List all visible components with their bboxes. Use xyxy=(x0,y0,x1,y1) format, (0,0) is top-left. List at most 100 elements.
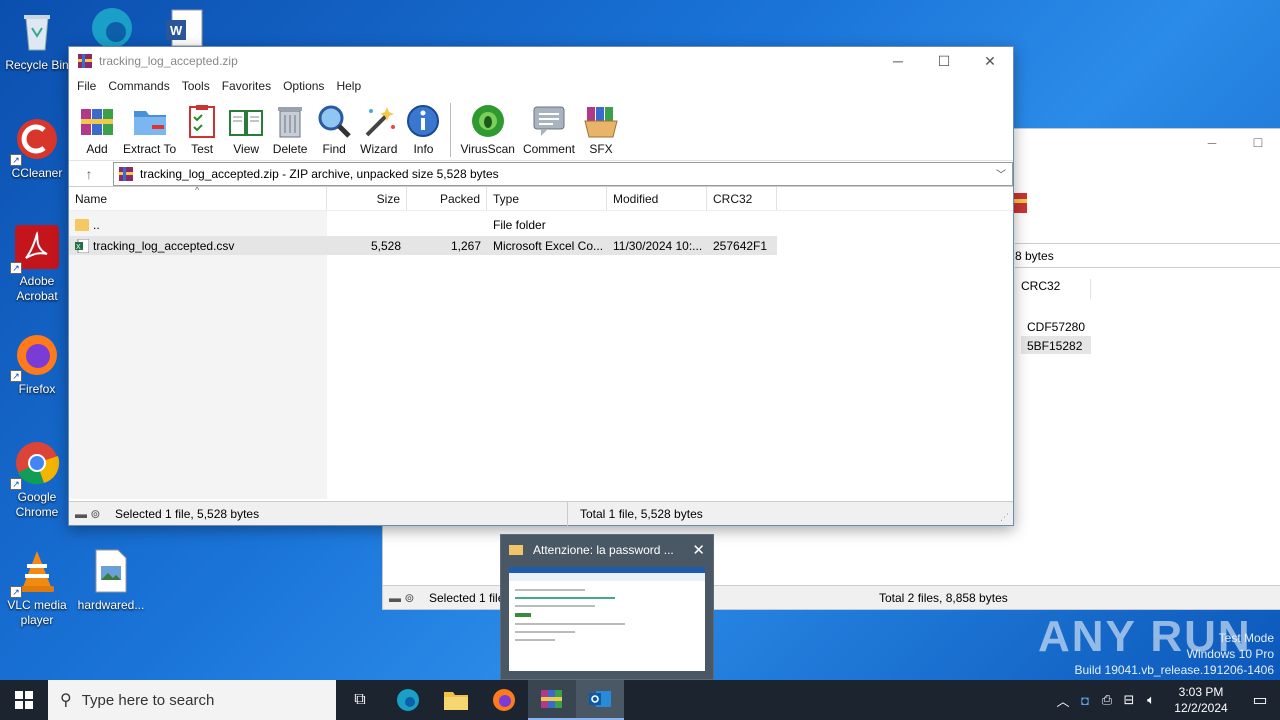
outlook-icon xyxy=(589,691,611,707)
network-icon[interactable]: ⊟ xyxy=(1118,692,1140,708)
shortcut-arrow-icon: ↗ xyxy=(10,154,22,166)
row-name: .. xyxy=(93,217,100,232)
toolbar-sfx-button[interactable]: SFX xyxy=(583,97,619,156)
taskbar-edge[interactable] xyxy=(384,680,432,720)
menu-tools[interactable]: Tools xyxy=(176,79,216,93)
toolbar-view-button[interactable]: View xyxy=(228,97,264,156)
toolbar-extract-to-button[interactable]: Extract To xyxy=(123,97,176,156)
taskbar-file-explorer[interactable] xyxy=(432,680,480,720)
task-view-button[interactable]: ⧉ xyxy=(336,680,384,720)
column-crc32[interactable]: CRC32 xyxy=(707,187,777,210)
edge-icon xyxy=(397,689,419,711)
recycle-bin-icon xyxy=(14,8,60,54)
shortcut-arrow-icon: ↗ xyxy=(10,586,22,598)
background-status-right: Total 2 files, 8,858 bytes xyxy=(879,590,1008,605)
taskbar-search-box[interactable]: ⚲ Type here to search xyxy=(48,680,336,720)
archive-icon xyxy=(118,166,134,182)
windows-edition-info: Test Mode Windows 10 Pro Build 19041.vb_… xyxy=(1075,630,1275,678)
background-status-left: Selected 1 file xyxy=(429,590,505,605)
windows-logo-icon xyxy=(15,691,33,709)
toolbar-test-button[interactable]: Test xyxy=(184,97,220,156)
desktop-icon-vlc[interactable]: ↗ VLC media player xyxy=(2,548,72,628)
trash-can-icon xyxy=(272,103,308,139)
desktop-icon-ccleaner[interactable]: ↗ CCleaner xyxy=(2,116,72,181)
column-type[interactable]: Type xyxy=(487,187,607,210)
edge-desktop-icon[interactable] xyxy=(86,6,138,48)
taskbar-outlook[interactable] xyxy=(576,680,624,720)
menu-options[interactable]: Options xyxy=(277,79,330,93)
sort-arrow-icon: ^ xyxy=(195,185,200,195)
toolbar-virusscan-button[interactable]: VirusScan xyxy=(460,97,515,156)
chevron-up-icon[interactable]: ︿ xyxy=(1052,691,1074,710)
column-header-row: Name Size Packed Type Modified CRC32 xyxy=(69,187,1013,211)
resize-grip-icon[interactable]: ⋰ xyxy=(1000,512,1009,523)
minimize-button[interactable]: ─ xyxy=(875,47,921,75)
minimize-icon[interactable]: ─ xyxy=(1189,129,1235,157)
info-icon xyxy=(405,103,441,139)
drive-icon: ▬ ⊚ xyxy=(389,590,415,605)
volume-icon[interactable]: 🔈︎ xyxy=(1140,692,1162,708)
row-crc: 257642F1 xyxy=(713,238,768,253)
background-window-controls: ─ ☐ xyxy=(1181,129,1280,157)
popup-preview xyxy=(509,567,705,671)
taskbar-firefox[interactable] xyxy=(480,680,528,720)
close-icon[interactable]: ✕ xyxy=(692,541,705,559)
desktop-icon-hardwared[interactable]: hardwared... xyxy=(76,548,146,613)
toolbar-comment-button[interactable]: Comment xyxy=(523,97,575,156)
table-row[interactable]: X tracking_log_accepted.csv 5,528 1,267 … xyxy=(69,236,777,255)
column-packed[interactable]: Packed xyxy=(407,187,487,210)
toolbar-delete-button[interactable]: Delete xyxy=(272,97,308,156)
desktop-icon-adobe-acrobat[interactable]: ↗ Adobe Acrobat xyxy=(2,224,72,304)
maximize-button[interactable]: ☐ xyxy=(921,47,967,75)
table-row[interactable]: .. File folder xyxy=(69,215,1013,234)
title-bar[interactable]: tracking_log_accepted.zip ─ ☐ ✕ xyxy=(69,47,1013,75)
device-icon[interactable]: ⎙ xyxy=(1096,692,1118,708)
maximize-icon[interactable]: ☐ xyxy=(1235,129,1280,157)
outlook-tray-icon[interactable]: ◘ xyxy=(1074,693,1096,708)
virus-scan-icon xyxy=(470,103,506,139)
winrar-icon xyxy=(541,690,562,708)
menu-help[interactable]: Help xyxy=(330,79,367,93)
chevron-down-icon[interactable]: ﹀ xyxy=(996,166,1006,181)
shortcut-arrow-icon: ↗ xyxy=(10,370,22,382)
toolbar-info-button[interactable]: Info xyxy=(405,97,441,156)
toolbar-label: SFX xyxy=(589,142,613,156)
column-modified[interactable]: Modified xyxy=(607,187,707,210)
clock[interactable]: 3:03 PM 12/2/2024 xyxy=(1162,684,1240,716)
toolbar-find-button[interactable]: Find xyxy=(316,97,352,156)
archive-path-field[interactable]: tracking_log_accepted.zip - ZIP archive,… xyxy=(113,161,1013,186)
taskbar-thumbnail-popup[interactable]: Attenzione: la password ... ✕ xyxy=(500,534,714,680)
menu-commands[interactable]: Commands xyxy=(102,79,175,93)
firefox-icon: ↗ xyxy=(10,332,60,382)
menu-favorites[interactable]: Favorites xyxy=(216,79,277,93)
taskbar: ⚲ Type here to search ⧉ ︿ ◘ ⎙ ⊟ 🔈︎ 3:03 … xyxy=(0,680,1280,720)
svg-text:W: W xyxy=(170,23,183,38)
popup-title: Attenzione: la password ... xyxy=(533,543,674,557)
desktop-icon-recycle-bin[interactable]: Recycle Bin xyxy=(2,8,72,73)
menu-file[interactable]: File xyxy=(71,79,102,93)
background-address-fragment: 8 bytes xyxy=(1015,249,1054,263)
taskbar-winrar[interactable] xyxy=(528,680,576,720)
magic-wand-icon xyxy=(361,103,397,139)
desktop-icon-label: Google Chrome xyxy=(15,490,59,519)
toolbar-wizard-button[interactable]: Wizard xyxy=(360,97,397,156)
close-button[interactable]: ✕ xyxy=(967,47,1013,75)
word-document-icon[interactable]: W xyxy=(164,8,206,47)
background-column-crc32[interactable]: CRC32 xyxy=(1021,279,1091,299)
status-total: Total 1 file, 5,528 bytes xyxy=(567,501,703,526)
toolbar-label: Delete xyxy=(272,142,308,156)
column-size[interactable]: Size xyxy=(327,187,407,210)
edition-label: Windows 10 Pro xyxy=(1186,647,1274,661)
desktop-icon-label: Adobe Acrobat xyxy=(16,274,58,303)
start-button[interactable] xyxy=(0,680,48,720)
winrar-app-icon xyxy=(77,53,93,69)
up-arrow-icon[interactable]: ↑ xyxy=(69,166,109,182)
test-clipboard-icon xyxy=(184,103,220,139)
desktop-icon-label: VLC media player xyxy=(7,598,67,627)
desktop-icon-google-chrome[interactable]: ↗ Google Chrome xyxy=(2,440,72,520)
task-view-icon: ⧉ xyxy=(354,691,366,708)
winrar-main-window[interactable]: tracking_log_accepted.zip ─ ☐ ✕ File Com… xyxy=(68,46,1014,526)
desktop-icon-firefox[interactable]: ↗ Firefox xyxy=(2,332,72,397)
notification-icon[interactable]: ▭ xyxy=(1240,690,1280,710)
toolbar-add-button[interactable]: Add xyxy=(79,97,115,156)
